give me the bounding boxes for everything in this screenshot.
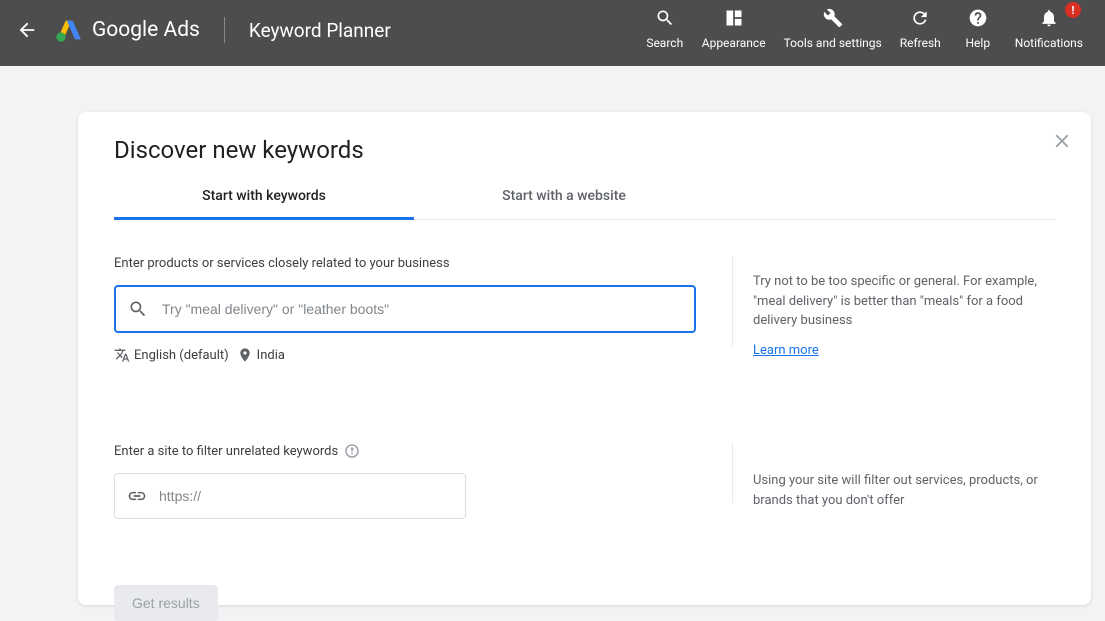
nav-label: Tools and settings [784,36,882,50]
back-button[interactable] [16,19,38,41]
language-value: English (default) [134,348,229,363]
wrench-icon [823,8,843,28]
nav-label: Search [646,36,683,50]
nav-refresh[interactable]: Refresh [894,6,947,50]
tip-text: Try not to be too specific or general. F… [753,272,1055,331]
learn-more-link[interactable]: Learn more [753,341,819,361]
header-nav: Search Appearance Tools and settings Ref… [640,0,1089,50]
nav-label: Refresh [900,36,941,50]
main-card: Discover new keywords Start with keyword… [78,112,1091,605]
keyword-left: Enter products or services closely relat… [114,256,696,363]
keyword-section: Enter products or services closely relat… [114,256,1055,363]
nav-label: Help [965,36,990,50]
site-input-box[interactable] [114,473,466,519]
site-tip-text: Using your site will filter out services… [753,471,1055,510]
meta-row: English (default) India [114,347,696,363]
site-label-text: Enter a site to filter unrelated keyword… [114,444,338,459]
tabs: Start with keywords Start with a website [114,176,1055,220]
nav-notifications[interactable]: ! Notifications [1009,6,1089,50]
keyword-label: Enter products or services closely relat… [114,256,696,271]
page-title: Keyword Planner [249,19,391,42]
site-label: Enter a site to filter unrelated keyword… [114,443,696,459]
help-icon [968,8,988,28]
location-value: India [257,348,285,363]
header-left: Google Ads Keyword Planner [16,0,391,60]
bell-icon [1039,8,1059,28]
nav-appearance[interactable]: Appearance [696,6,772,50]
actions: Get results [114,585,1055,621]
app-header: Google Ads Keyword Planner Search Appear… [0,0,1105,66]
notification-badge: ! [1065,2,1081,18]
product-name: Google Ads [92,18,200,42]
arrow-left-icon [16,19,38,41]
search-icon [128,299,148,319]
translate-icon [114,347,130,363]
logo-section[interactable]: Google Ads [54,16,200,44]
refresh-icon [910,8,930,28]
card-title: Discover new keywords [114,136,1055,164]
site-tip: Using your site will filter out services… [732,443,1055,503]
svg-text:?: ? [350,447,354,456]
link-icon [127,486,147,506]
keyword-input[interactable] [162,301,682,317]
nav-label: Appearance [702,36,766,50]
search-icon [655,8,675,28]
tab-website[interactable]: Start with a website [414,176,714,219]
divider [224,17,225,43]
site-input[interactable] [159,488,453,504]
location-icon [237,347,253,363]
nav-help[interactable]: Help [953,6,1003,50]
nav-search[interactable]: Search [640,6,690,50]
appearance-icon [724,8,744,28]
language-selector[interactable]: English (default) [114,347,229,363]
nav-label: Notifications [1015,36,1083,50]
keyword-tip: Try not to be too specific or general. F… [732,256,1055,346]
keyword-input-box[interactable] [114,285,696,333]
tab-keywords[interactable]: Start with keywords [114,176,414,220]
site-section: Enter a site to filter unrelated keyword… [114,443,1055,519]
site-left: Enter a site to filter unrelated keyword… [114,443,696,519]
location-selector[interactable]: India [237,347,285,363]
close-icon [1051,130,1073,152]
google-ads-logo-icon [54,16,82,44]
nav-tools[interactable]: Tools and settings [778,6,888,50]
close-button[interactable] [1051,130,1073,156]
get-results-button[interactable]: Get results [114,585,218,621]
help-circle-icon[interactable]: ? [344,443,360,459]
